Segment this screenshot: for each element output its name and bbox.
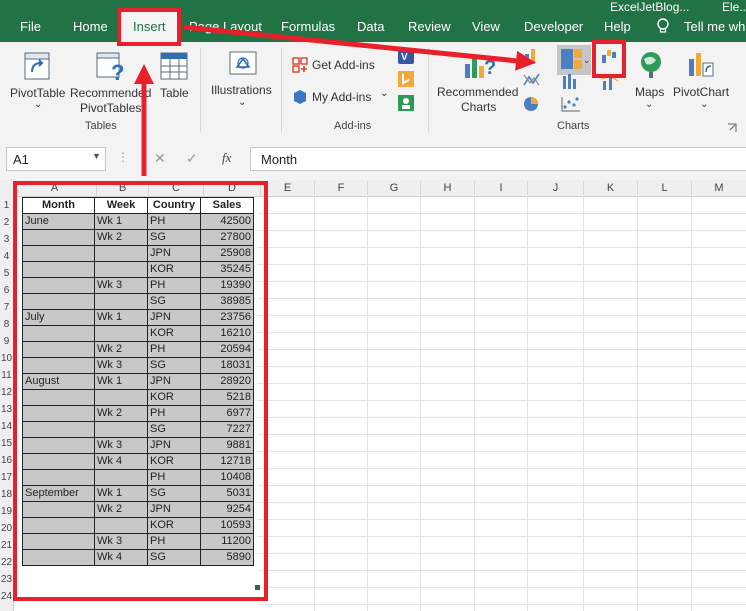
arrow-to-charts xyxy=(182,24,536,71)
annotation-arrows xyxy=(134,24,536,176)
